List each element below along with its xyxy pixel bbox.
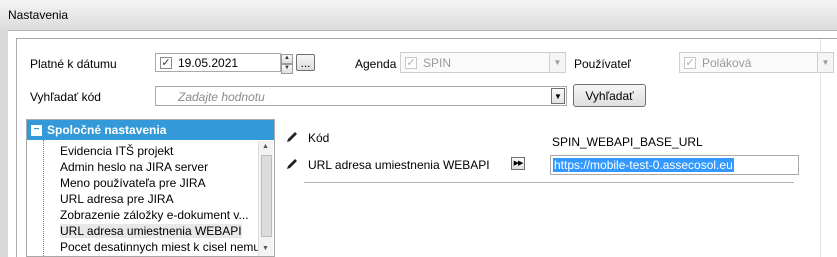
scroll-up-icon[interactable]: ▲ xyxy=(262,143,269,150)
code-value: SPIN_WEBAPI_BASE_URL xyxy=(552,135,703,149)
list-item[interactable]: Pocet desatinnych miest k cisel nemu... xyxy=(60,240,270,254)
user-value: Poláková xyxy=(702,56,752,70)
chevron-down-icon[interactable]: ▼ xyxy=(817,53,833,72)
agenda-checkbox[interactable]: ✓ xyxy=(405,57,417,69)
tree-connector xyxy=(43,140,45,256)
list-item[interactable]: Meno používateľa pre JIRA xyxy=(60,176,206,190)
setting-name-label: URL adresa umiestnenia WEBAPI xyxy=(308,158,490,172)
date-field[interactable]: ✓ 19.05.2021 xyxy=(155,53,281,72)
chevron-down-icon[interactable]: ▼ xyxy=(549,53,565,72)
settings-tree: − Spoločné nastavenia Evidencia ITŠ proj… xyxy=(26,119,275,257)
chevron-down-icon[interactable]: ▼ xyxy=(551,88,565,104)
spin-up-icon[interactable]: ▲ xyxy=(281,54,293,64)
user-checkbox[interactable]: ✓ xyxy=(684,57,696,69)
window-frame xyxy=(0,30,8,257)
window-title: Nastavenia xyxy=(8,8,69,22)
list-item-selected[interactable]: URL adresa umiestnenia WEBAPI xyxy=(60,224,242,238)
pencil-icon xyxy=(287,159,297,169)
list-item[interactable]: Zobrazenie záložky e-dokument v... xyxy=(60,208,249,222)
search-label: Vyhľadať kód xyxy=(30,90,101,104)
list-item[interactable]: Evidencia ITŠ projekt xyxy=(60,144,173,158)
value-selected-text: https://mobile-test-0.assecosol.eu xyxy=(553,158,734,172)
date-spinner[interactable]: ▲ ▼ xyxy=(281,54,293,74)
collapse-icon[interactable]: − xyxy=(31,125,42,136)
search-placeholder: Zadajte hodnotu xyxy=(178,90,265,104)
search-input[interactable]: Zadajte hodnotu ▼ xyxy=(155,86,567,106)
scroll-down-icon[interactable]: ▼ xyxy=(262,245,269,252)
divider xyxy=(16,38,17,257)
date-value: 19.05.2021 xyxy=(178,56,239,70)
user-select[interactable]: ✓ Poláková ▼ xyxy=(679,52,834,73)
date-checkbox[interactable]: ✓ xyxy=(160,57,172,69)
agenda-value: SPIN xyxy=(423,56,452,70)
date-picker-button[interactable]: ... xyxy=(296,54,315,71)
list-item[interactable]: URL adresa pre JIRA xyxy=(60,192,174,206)
code-label: Kód xyxy=(308,131,330,145)
search-button[interactable]: Vyhľadať xyxy=(573,84,646,107)
agenda-label: Agenda xyxy=(355,57,397,71)
list-item[interactable]: Admin heslo na JIRA server xyxy=(60,160,208,174)
spin-down-icon[interactable]: ▼ xyxy=(281,64,293,74)
fast-forward-icon[interactable]: ▶▶ xyxy=(511,157,525,170)
value-input[interactable]: https://mobile-test-0.assecosol.eu xyxy=(550,155,799,175)
divider xyxy=(304,182,794,183)
divider xyxy=(16,38,837,39)
scroll-thumb[interactable] xyxy=(261,155,272,237)
window-titlebar: Nastavenia xyxy=(0,0,837,31)
tree-group-header[interactable]: − Spoločné nastavenia xyxy=(27,120,274,140)
tree-scrollbar[interactable]: ▲ ▼ xyxy=(258,141,273,256)
user-label: Používateľ xyxy=(574,57,631,71)
pencil-icon xyxy=(287,132,297,142)
agenda-select[interactable]: ✓ SPIN ▼ xyxy=(400,52,566,73)
tree-group-label: Spoločné nastavenia xyxy=(47,123,167,137)
date-label: Platné k dátumu xyxy=(30,57,117,71)
